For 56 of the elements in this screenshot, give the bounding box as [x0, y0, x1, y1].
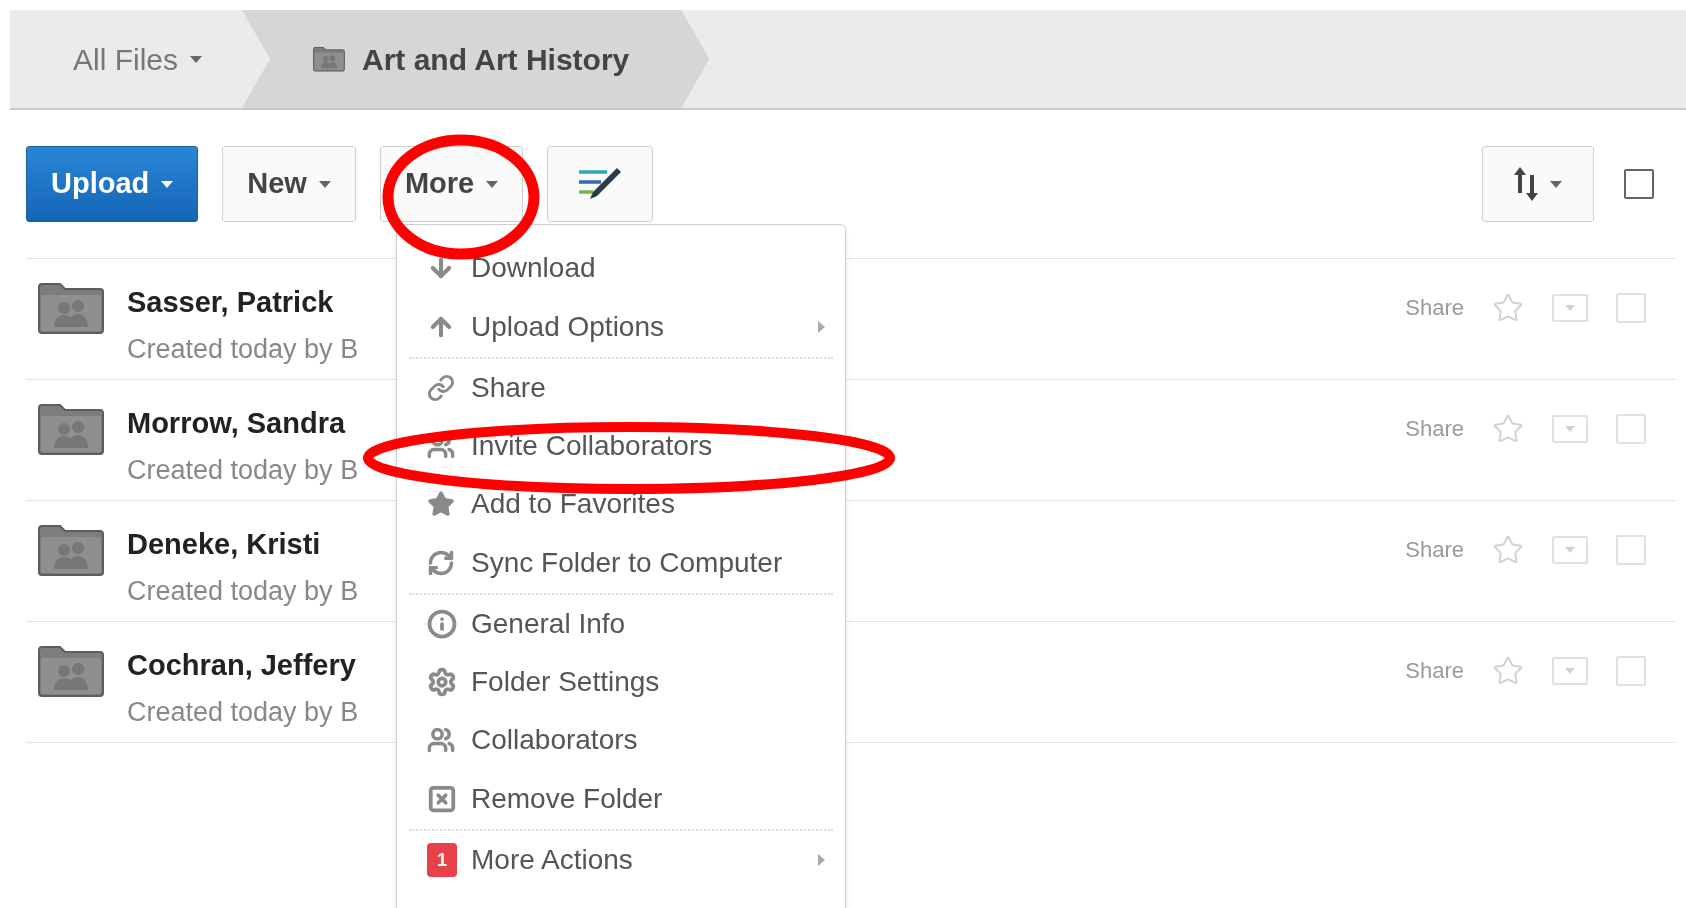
folder-subtitle: Created today by B	[127, 695, 359, 729]
star-icon[interactable]	[1492, 291, 1524, 324]
star-icon[interactable]	[1492, 654, 1524, 687]
notification-badge: 1	[427, 843, 457, 877]
star-icon[interactable]	[1492, 533, 1524, 566]
close-icon	[427, 784, 457, 814]
row-checkbox[interactable]	[1616, 655, 1646, 686]
row-menu-button[interactable]	[1552, 535, 1588, 564]
people-icon	[427, 726, 455, 754]
menu-item[interactable]: Remove Folder	[409, 769, 833, 831]
star-icon	[427, 490, 455, 518]
folder-subtitle: Created today by B	[127, 332, 359, 366]
caret-icon	[1565, 667, 1575, 674]
caret-icon	[161, 180, 174, 188]
row-menu-button[interactable]	[1552, 656, 1588, 685]
folder-name[interactable]: Cochran, Jeffery	[127, 644, 359, 688]
upload-button[interactable]: Upload	[26, 146, 199, 222]
gear-icon	[427, 667, 457, 697]
row-menu-button[interactable]	[1552, 293, 1588, 322]
sort-arrows-icon	[1514, 167, 1538, 201]
select-all-checkbox[interactable]	[1624, 169, 1654, 199]
row-checkbox[interactable]	[1616, 292, 1646, 323]
shared-folder-icon	[37, 402, 105, 456]
menu-item[interactable]: Invite Collaborators	[409, 417, 833, 475]
link-icon	[427, 374, 455, 402]
shared-folder-icon	[37, 644, 105, 698]
folder-name[interactable]: Sasser, Patrick	[127, 281, 359, 325]
caret-icon	[1550, 180, 1562, 188]
folder-name[interactable]: Morrow, Sandra	[127, 402, 359, 446]
star-icon[interactable]	[1492, 412, 1524, 445]
folder-name[interactable]: Deneke, Kristi	[127, 523, 359, 567]
caret-icon	[1565, 546, 1575, 553]
folder-subtitle: Created today by B	[127, 574, 359, 608]
menu-item[interactable]: Folder Settings	[409, 653, 833, 711]
row-menu-button[interactable]	[1552, 414, 1588, 443]
shared-folder-icon	[37, 281, 105, 335]
caret-icon	[190, 55, 202, 63]
menu-item[interactable]: Upload Options	[409, 297, 833, 359]
dropdown-button[interactable]: New	[222, 146, 356, 222]
breadcrumb-current[interactable]: Art and Art History	[242, 10, 710, 108]
folder-subtitle: Created today by B	[127, 453, 359, 487]
caret-icon	[1565, 425, 1575, 432]
shared-folder-icon	[37, 523, 105, 577]
caret-icon	[1565, 304, 1575, 311]
menu-item[interactable]: Sync Folder to Computer	[409, 533, 833, 595]
info-icon	[427, 609, 457, 639]
pencil-lines-icon	[577, 166, 624, 202]
sync-icon	[427, 549, 455, 577]
row-checkbox[interactable]	[1616, 413, 1646, 444]
row-checkbox[interactable]	[1616, 534, 1646, 565]
shared-folder-icon	[312, 46, 346, 72]
edit-button[interactable]	[547, 146, 654, 222]
caret-icon	[318, 180, 331, 188]
caret-icon	[486, 180, 499, 188]
sort-button[interactable]	[1482, 146, 1594, 222]
menu-item[interactable]: 1 More Actions	[409, 831, 833, 889]
